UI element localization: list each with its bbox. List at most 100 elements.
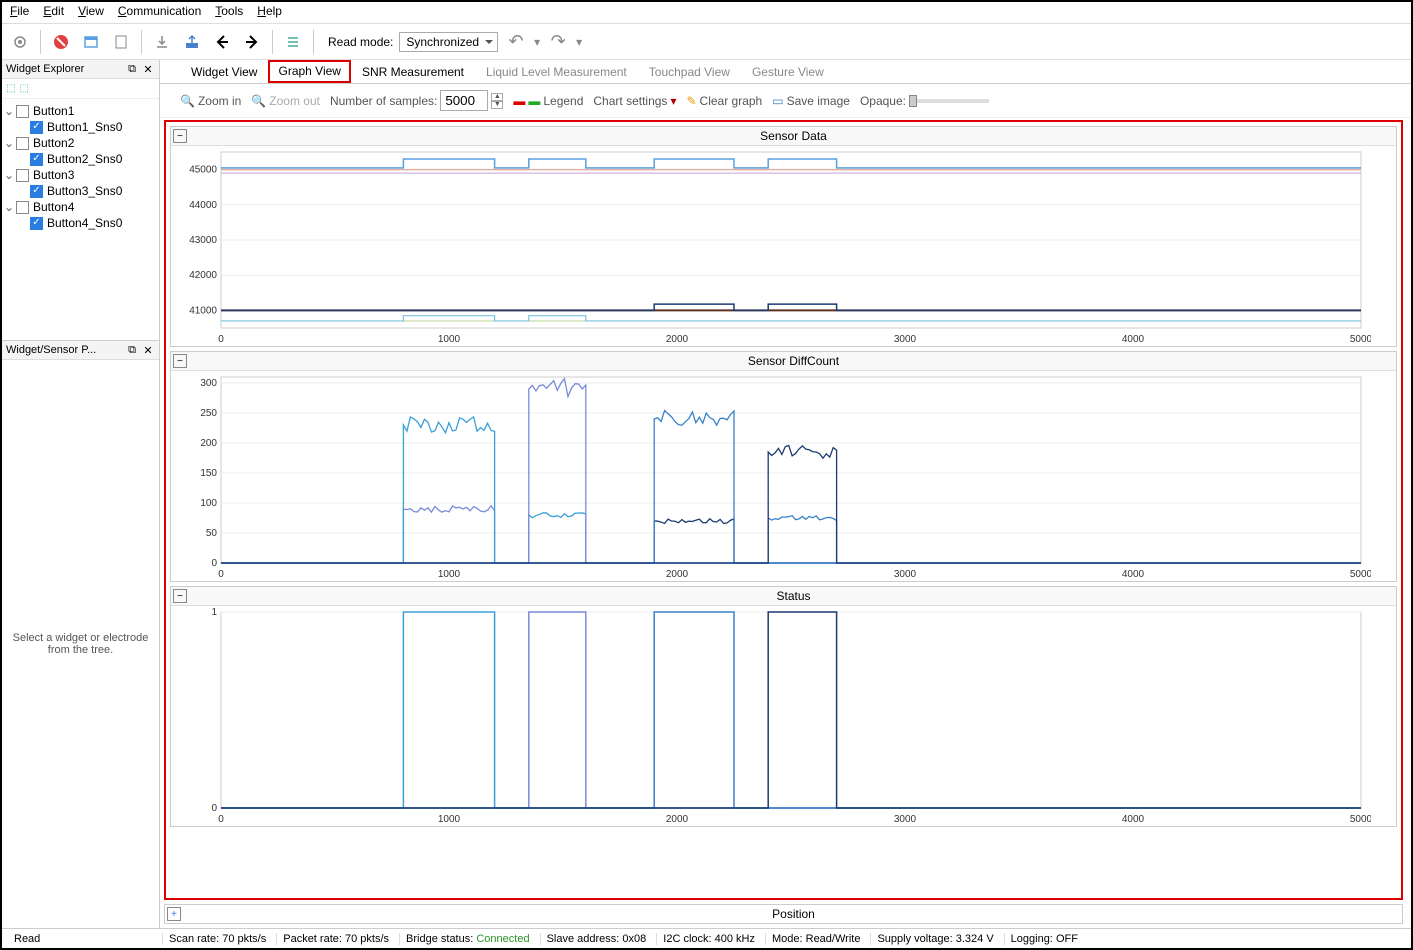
tree-icon-1[interactable]: ⬚ bbox=[6, 83, 15, 94]
left-sidebar: Widget Explorer ⧉ ✕ ⬚ ⬚ ⌄Button1Button1_… bbox=[2, 60, 160, 928]
undo-icon[interactable]: ↶ bbox=[504, 30, 528, 54]
sensor-param-hint: Select a widget or electrode from the tr… bbox=[2, 360, 159, 928]
num-samples-spinner[interactable]: ▲▼ bbox=[491, 93, 503, 109]
status-bridge: Bridge status: Connected bbox=[399, 933, 536, 945]
expand-icon[interactable]: + bbox=[167, 907, 181, 921]
download-icon[interactable] bbox=[150, 30, 174, 54]
charts-area: − Sensor Data 41000420004300044000450000… bbox=[164, 120, 1403, 900]
svg-text:50: 50 bbox=[206, 528, 218, 539]
svg-text:5000: 5000 bbox=[1350, 814, 1371, 825]
save-image-button[interactable]: ▭Save image bbox=[772, 94, 850, 108]
num-samples-input[interactable] bbox=[440, 90, 488, 111]
import-icon[interactable] bbox=[210, 30, 234, 54]
legend-button[interactable]: ▬▬Legend bbox=[513, 94, 583, 108]
close-icon[interactable]: ✕ bbox=[141, 343, 155, 357]
status-logging: Logging: OFF bbox=[1004, 933, 1084, 945]
svg-text:4000: 4000 bbox=[1122, 334, 1145, 345]
svg-text:0: 0 bbox=[211, 558, 217, 569]
tab-liquid[interactable]: Liquid Level Measurement bbox=[475, 60, 638, 83]
chart-title: Sensor DiffCount bbox=[193, 354, 1394, 368]
diffcount-plot[interactable]: 050100150200250300010002000300040005000 bbox=[171, 371, 1371, 581]
widget-explorer-header: Widget Explorer ⧉ ✕ bbox=[2, 60, 159, 79]
tree-icon-2[interactable]: ⬚ bbox=[19, 83, 28, 94]
tree-item-button3_sns0[interactable]: Button3_Sns0 bbox=[4, 183, 157, 199]
widget-tree[interactable]: ⌄Button1Button1_Sns0⌄Button2Button2_Sns0… bbox=[2, 99, 159, 340]
menu-file[interactable]: File bbox=[10, 4, 29, 21]
svg-text:41000: 41000 bbox=[189, 305, 217, 316]
chart-title: Position bbox=[187, 907, 1400, 921]
svg-text:200: 200 bbox=[200, 438, 217, 449]
tree-item-button2_sns0[interactable]: Button2_Sns0 bbox=[4, 151, 157, 167]
status-scan-rate: Scan rate: 70 pkts/s bbox=[162, 933, 272, 945]
read-mode-select[interactable]: Synchronized bbox=[399, 32, 498, 52]
tree-toolbar: ⬚ ⬚ bbox=[2, 79, 159, 99]
menu-view[interactable]: View bbox=[78, 4, 104, 21]
gear-icon[interactable] bbox=[8, 30, 32, 54]
tree-item-button4[interactable]: ⌄Button4 bbox=[4, 199, 157, 215]
menubar: File Edit View Communication Tools Help bbox=[2, 2, 1411, 24]
num-samples-label: Number of samples: bbox=[330, 94, 437, 108]
opaque-slider[interactable] bbox=[909, 99, 989, 103]
svg-text:1000: 1000 bbox=[438, 569, 461, 580]
main-content: Widget View Graph View SNR Measurement L… bbox=[160, 60, 1411, 928]
collapse-icon[interactable]: − bbox=[173, 129, 187, 143]
tab-touchpad[interactable]: Touchpad View bbox=[638, 60, 741, 83]
svg-text:4000: 4000 bbox=[1122, 814, 1145, 825]
tree-item-button3[interactable]: ⌄Button3 bbox=[4, 167, 157, 183]
restore-icon[interactable]: ⧉ bbox=[125, 62, 139, 76]
svg-text:5000: 5000 bbox=[1350, 334, 1371, 345]
sensor-param-header: Widget/Sensor P... ⧉ ✕ bbox=[2, 340, 159, 360]
sensor-param-title: Widget/Sensor P... bbox=[6, 344, 123, 356]
zoom-in-button[interactable]: 🔍Zoom in bbox=[180, 94, 241, 108]
chart-settings-button[interactable]: Chart settings ▾ bbox=[593, 94, 676, 108]
upload-icon[interactable] bbox=[180, 30, 204, 54]
tree-item-button4_sns0[interactable]: Button4_Sns0 bbox=[4, 215, 157, 231]
export-icon[interactable] bbox=[240, 30, 264, 54]
svg-text:0: 0 bbox=[218, 334, 224, 345]
tab-gesture[interactable]: Gesture View bbox=[741, 60, 835, 83]
statusbar: Read Scan rate: 70 pkts/s Packet rate: 7… bbox=[2, 928, 1411, 948]
num-samples-group: Number of samples: ▲▼ bbox=[330, 90, 503, 111]
sensor-data-plot[interactable]: 4100042000430004400045000010002000300040… bbox=[171, 146, 1371, 346]
tab-widget-view[interactable]: Widget View bbox=[180, 60, 268, 83]
list-icon[interactable] bbox=[281, 30, 305, 54]
svg-text:1: 1 bbox=[211, 607, 217, 618]
svg-text:300: 300 bbox=[200, 378, 217, 389]
page-icon[interactable] bbox=[109, 30, 133, 54]
chart-position: + Position bbox=[164, 904, 1403, 924]
tree-item-button1[interactable]: ⌄Button1 bbox=[4, 103, 157, 119]
graph-toolbar: 🔍Zoom in 🔍Zoom out Number of samples: ▲▼… bbox=[160, 84, 1411, 118]
tab-bar: Widget View Graph View SNR Measurement L… bbox=[160, 60, 1411, 84]
stop-icon[interactable] bbox=[49, 30, 73, 54]
svg-text:3000: 3000 bbox=[894, 334, 917, 345]
collapse-icon[interactable]: − bbox=[173, 354, 187, 368]
menu-edit[interactable]: Edit bbox=[43, 4, 64, 21]
svg-text:250: 250 bbox=[200, 408, 217, 419]
tab-graph-view[interactable]: Graph View bbox=[268, 60, 350, 83]
restore-icon[interactable]: ⧉ bbox=[125, 343, 139, 357]
tree-item-button2[interactable]: ⌄Button2 bbox=[4, 135, 157, 151]
svg-text:150: 150 bbox=[200, 468, 217, 479]
menu-communication[interactable]: Communication bbox=[118, 4, 201, 21]
collapse-icon[interactable]: − bbox=[173, 589, 187, 603]
redo-icon[interactable]: ↷ bbox=[546, 30, 570, 54]
svg-text:3000: 3000 bbox=[894, 569, 917, 580]
clear-graph-button[interactable]: ✎Clear graph bbox=[686, 94, 762, 108]
status-plot[interactable]: 01010002000300040005000 bbox=[171, 606, 1371, 826]
opaque-label: Opaque: bbox=[860, 94, 906, 108]
menu-tools[interactable]: Tools bbox=[215, 4, 243, 21]
svg-text:1000: 1000 bbox=[438, 814, 461, 825]
read-mode-label: Read mode: bbox=[328, 35, 393, 49]
tab-snr[interactable]: SNR Measurement bbox=[351, 60, 475, 83]
svg-text:100: 100 bbox=[200, 498, 217, 509]
status-mode: Mode: Read/Write bbox=[765, 933, 866, 945]
svg-text:0: 0 bbox=[218, 569, 224, 580]
close-icon[interactable]: ✕ bbox=[141, 62, 155, 76]
menu-help[interactable]: Help bbox=[257, 4, 282, 21]
svg-text:0: 0 bbox=[211, 803, 217, 814]
tree-item-button1_sns0[interactable]: Button1_Sns0 bbox=[4, 119, 157, 135]
chart-diffcount: − Sensor DiffCount 050100150200250300010… bbox=[170, 351, 1397, 582]
zoom-out-button[interactable]: 🔍Zoom out bbox=[251, 94, 320, 108]
window-icon[interactable] bbox=[79, 30, 103, 54]
svg-text:0: 0 bbox=[218, 814, 224, 825]
